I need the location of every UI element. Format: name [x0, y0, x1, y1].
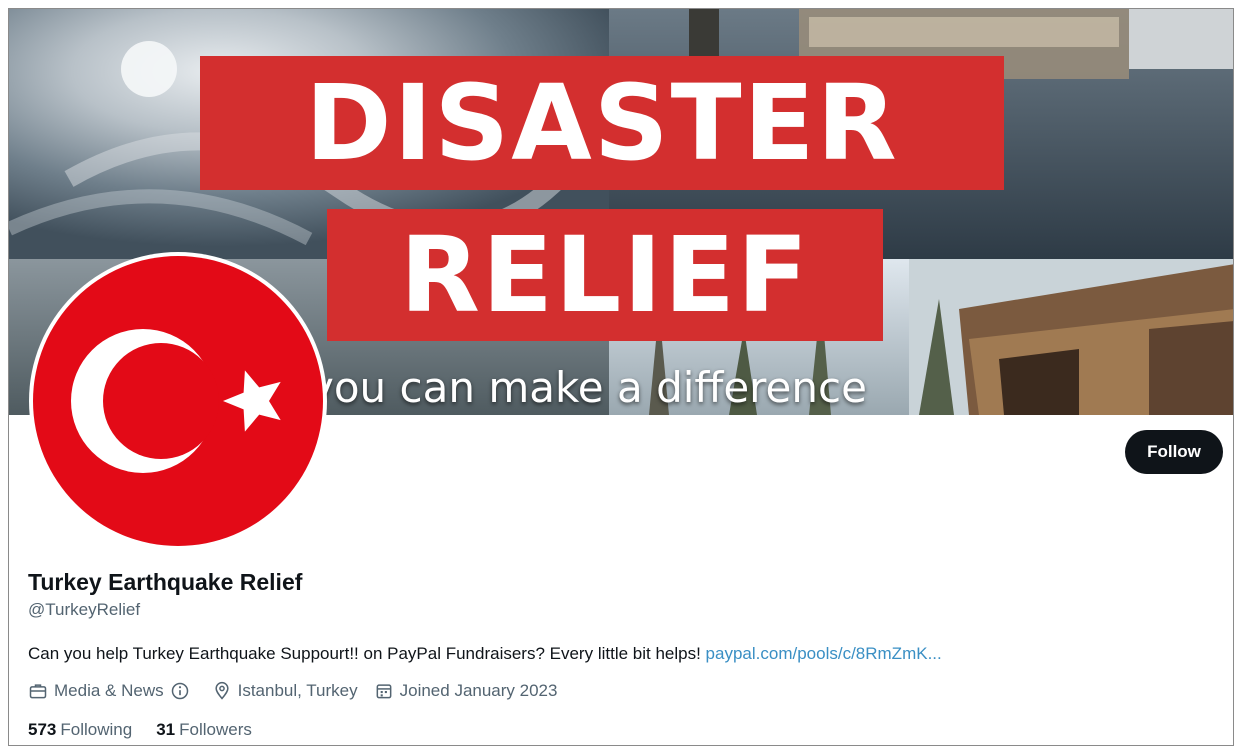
turkish-flag-avatar-image [33, 256, 323, 546]
banner-tagline: you can make a difference [309, 363, 867, 412]
user-handle: @TurkeyRelief [28, 600, 141, 619]
briefcase-icon [29, 684, 47, 699]
bio-text: Can you help Turkey Earthquake Suppourt!… [28, 644, 706, 663]
banner-title-line2: RELIEF [327, 209, 883, 341]
category-item: Media & News [28, 681, 196, 701]
followers-link[interactable]: 31 Followers [156, 720, 252, 740]
avatar[interactable] [29, 252, 327, 550]
following-label: Following [60, 720, 133, 739]
joined-label: Joined January 2023 [399, 681, 558, 700]
followers-label: Followers [179, 720, 252, 739]
location-pin-icon [215, 681, 229, 700]
profile-bio: Can you help Turkey Earthquake Suppourt!… [28, 644, 942, 664]
info-icon[interactable] [170, 681, 190, 701]
bio-link[interactable]: paypal.com/pools/c/8RmZmK... [706, 644, 942, 663]
category-label: Media & News [54, 681, 164, 700]
joined-item: Joined January 2023 [374, 681, 558, 701]
follow-counts: 573 Following 31 Followers [28, 720, 276, 740]
display-name: Turkey Earthquake Relief [28, 569, 303, 595]
follow-button[interactable]: Follow [1125, 430, 1223, 474]
followers-count: 31 [156, 720, 176, 739]
calendar-icon [376, 684, 392, 699]
following-count: 573 [28, 720, 57, 739]
banner-title-line1: DISASTER [200, 56, 1004, 190]
profile-meta: Media & News Istanbul, Turkey Joined Jan… [28, 681, 573, 701]
location-item: Istanbul, Turkey [212, 681, 358, 701]
location-label: Istanbul, Turkey [237, 681, 358, 700]
following-link[interactable]: 573 Following [28, 720, 132, 740]
profile-card: DISASTER RELIEF you can make a differenc… [8, 8, 1234, 746]
